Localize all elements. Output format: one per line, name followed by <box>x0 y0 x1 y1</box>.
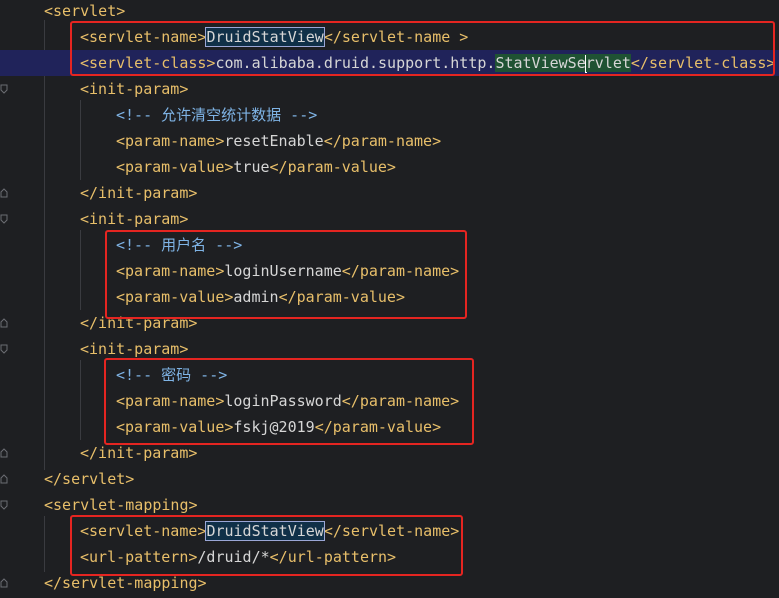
xml-tag: <init-param> <box>80 210 189 228</box>
code-line[interactable]: </init-param> <box>0 180 779 206</box>
xml-tag: </init-param> <box>80 444 198 462</box>
code-line[interactable]: <!-- 允许清空统计数据 --> <box>0 102 779 128</box>
annotation-box-password <box>104 358 474 445</box>
xml-tag: <param-name> <box>116 132 225 150</box>
xml-tag: </init-param> <box>80 184 198 202</box>
xml-tag: </servlet-mapping> <box>44 574 207 592</box>
code-line[interactable]: <param-value>true</param-value> <box>0 154 779 180</box>
code-line[interactable]: <init-param> <box>0 206 779 232</box>
code-line[interactable]: <param-name>resetEnable</param-name> <box>0 128 779 154</box>
code-line-content: <!-- 允许清空统计数据 --> <box>116 102 317 128</box>
code-text: true <box>233 158 270 176</box>
xml-tag: <init-param> <box>80 80 189 98</box>
code-line-content: <param-name>resetEnable</param-name> <box>116 128 441 154</box>
code-line-content: <init-param> <box>80 206 188 232</box>
annotation-box-servlet <box>70 21 775 76</box>
code-line[interactable]: <init-param> <box>0 76 779 102</box>
xml-tag: </param-name> <box>323 132 442 150</box>
xml-tag: </param-value> <box>269 158 396 176</box>
code-line-content: </init-param> <box>80 180 197 206</box>
code-line-content: </servlet> <box>44 466 134 492</box>
code-text: resetEnable <box>224 132 324 150</box>
code-comment: <!-- 允许清空统计数据 --> <box>116 106 318 124</box>
code-line-content: <param-value>true</param-value> <box>116 154 396 180</box>
xml-tag: <servlet> <box>44 2 126 20</box>
xml-tag: <init-param> <box>80 340 189 358</box>
code-line[interactable]: </servlet> <box>0 466 779 492</box>
code-editor[interactable]: <servlet> <servlet-name>DruidStatView</se… <box>0 0 779 598</box>
annotation-box-username <box>105 230 467 319</box>
code-line-content: <init-param> <box>80 76 188 102</box>
xml-tag: <param-value> <box>116 158 234 176</box>
xml-tag: <servlet-mapping> <box>44 496 198 514</box>
xml-tag: </servlet> <box>44 470 135 488</box>
annotation-box-mapping <box>70 515 463 576</box>
